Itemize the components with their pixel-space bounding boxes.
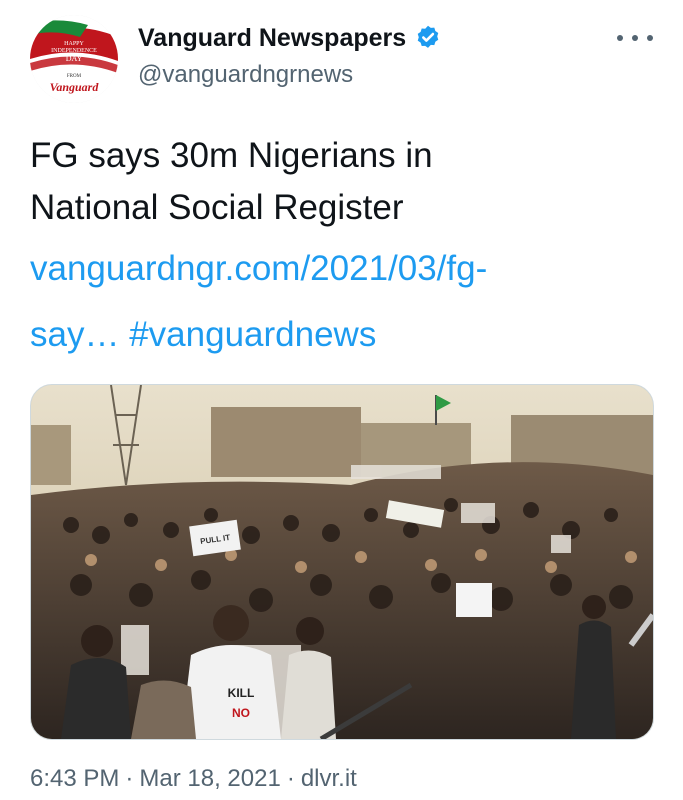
tweet-link-line-2: say… #vanguardnews	[30, 300, 650, 370]
author-handle[interactable]: @vanguardngrnews	[138, 60, 353, 90]
avatar-logo-icon: HAPPY INDEPENDENCE DAY FROM Vanguard	[30, 15, 118, 103]
tweet-link-line: vanguardngr.com/2021/03/fg-	[30, 234, 650, 304]
meta-separator: ·	[125, 765, 134, 792]
verified-badge-icon	[414, 24, 442, 52]
tweet-media-image[interactable]: PULL IT KILL NO	[30, 384, 654, 740]
tweet-text-line-2: National Social Register	[30, 188, 404, 227]
hashtag-link[interactable]: #vanguardnews	[129, 315, 376, 354]
shirt-text-1: KILL	[228, 686, 255, 700]
tweet-text: FG says 30m Nigerians in National Social…	[30, 130, 650, 370]
tweet-time[interactable]: 6:43 PM	[30, 765, 119, 792]
more-horizontal-icon[interactable]	[617, 26, 653, 50]
tweet-date[interactable]: Mar 18, 2021	[139, 765, 280, 792]
tweet-card: HAPPY INDEPENDENCE DAY FROM Vanguard Van…	[0, 0, 683, 800]
avatar-text-line4: FROM	[67, 74, 82, 79]
tweet-meta: 6:43 PM · Mar 18, 2021 · dlvr.it	[30, 764, 357, 794]
author-display-name[interactable]: Vanguard Newspapers	[138, 22, 406, 54]
shirt-text-2: NO	[232, 706, 250, 720]
tweet-source[interactable]: dlvr.it	[301, 765, 357, 792]
crowd-photo-image: PULL IT KILL NO	[31, 385, 653, 739]
author-name-row: Vanguard Newspapers	[138, 22, 442, 54]
more-dot	[617, 35, 623, 41]
avatar[interactable]: HAPPY INDEPENDENCE DAY FROM Vanguard	[30, 15, 118, 103]
avatar-brand-text: Vanguard	[50, 80, 100, 94]
tweet-text-line-1: FG says 30m Nigerians in	[30, 136, 433, 175]
tweet-link[interactable]: vanguardngr.com/2021/03/fg-	[30, 249, 487, 288]
avatar-text-line1: HAPPY	[64, 41, 84, 47]
tweet-link-continuation[interactable]: say…	[30, 315, 119, 354]
more-dot	[647, 35, 653, 41]
avatar-text-line3: DAY	[66, 54, 83, 63]
meta-separator: ·	[286, 765, 295, 792]
more-dot	[632, 35, 638, 41]
